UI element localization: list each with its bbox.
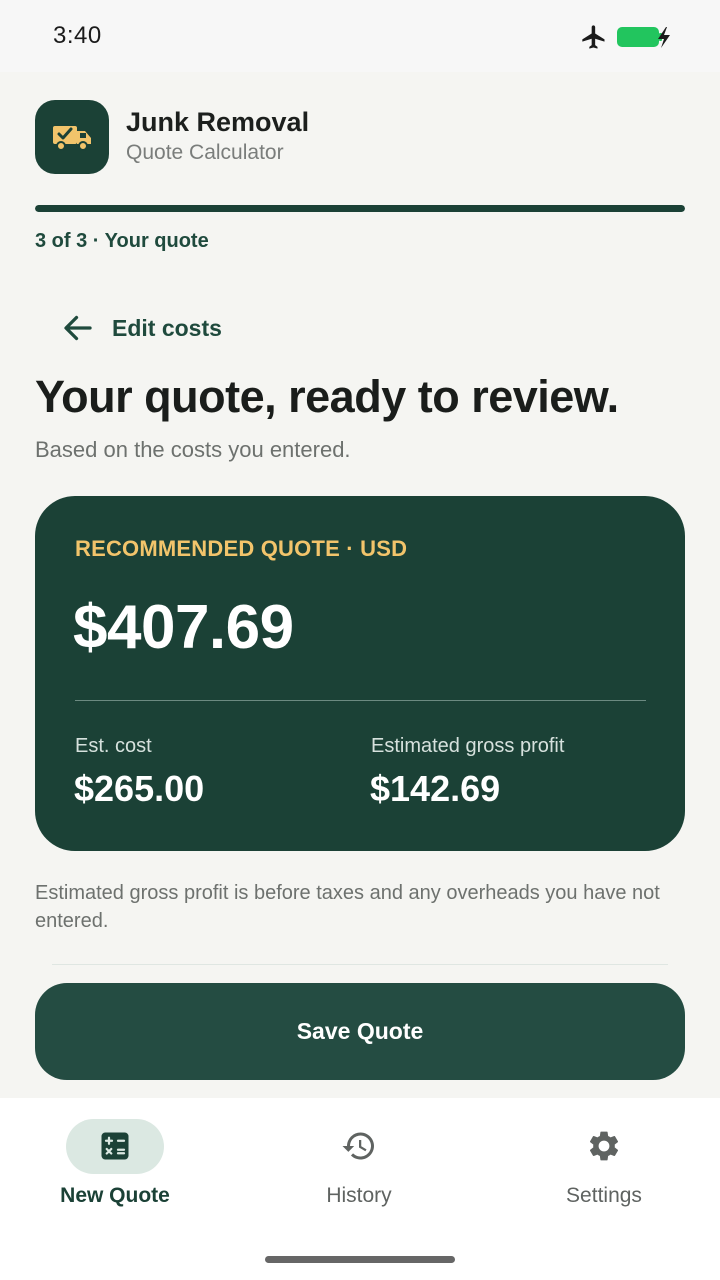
nav-item-history[interactable]: History: [239, 1098, 479, 1228]
est-cost-label: Est. cost: [75, 735, 152, 757]
quote-card: RECOMMENDED QUOTE · USD $407.69 Est. cos…: [35, 496, 685, 851]
arrow-left-icon: [64, 315, 92, 341]
airplane-mode-icon: [582, 25, 605, 49]
page-title: Your quote, ready to review.: [35, 371, 619, 422]
nav-item-new-quote[interactable]: New Quote: [0, 1098, 235, 1228]
page-subtitle: Based on the costs you entered.: [35, 437, 351, 462]
nav-label-settings: Settings: [566, 1184, 642, 1207]
nav-label-history: History: [326, 1184, 392, 1207]
app-subtitle: Quote Calculator: [126, 141, 284, 164]
status-bar: 3:40: [0, 0, 720, 72]
section-divider: [52, 964, 668, 965]
calculator-icon: [101, 1132, 129, 1160]
edit-costs-label: Edit costs: [112, 314, 222, 341]
profit-footnote: Estimated gross profit is before taxes a…: [35, 882, 660, 932]
quote-card-label: RECOMMENDED QUOTE · USD: [75, 536, 408, 561]
save-quote-button[interactable]: Save Quote: [35, 983, 685, 1080]
gross-profit-value: $142.69: [370, 768, 501, 809]
step-label: 3 of 3 · Your quote: [35, 230, 209, 252]
est-cost-value: $265.00: [74, 768, 205, 809]
quote-card-divider: [75, 700, 646, 701]
app-title: Junk Removal: [126, 107, 310, 137]
junk-truck-icon: [53, 126, 91, 151]
gear-icon: [589, 1131, 619, 1161]
bottom-nav: New Quote History Settings: [0, 1098, 720, 1280]
app-logo: [35, 100, 109, 174]
status-time: 3:40: [53, 22, 102, 49]
home-indicator[interactable]: [265, 1256, 455, 1263]
edit-costs-button[interactable]: Edit costs: [54, 302, 234, 354]
history-icon: [342, 1132, 374, 1160]
app-screen: 3:40 Junk Removal Quote Calculator 3 of …: [0, 0, 720, 1280]
battery-charging-icon: [617, 27, 670, 48]
progress-bar: [35, 205, 685, 212]
nav-label-new-quote: New Quote: [60, 1184, 170, 1207]
progress-bar-fill: [35, 205, 685, 212]
quote-amount: $407.69: [73, 593, 294, 662]
gross-profit-label: Estimated gross profit: [371, 735, 565, 757]
nav-item-settings[interactable]: Settings: [484, 1098, 720, 1228]
